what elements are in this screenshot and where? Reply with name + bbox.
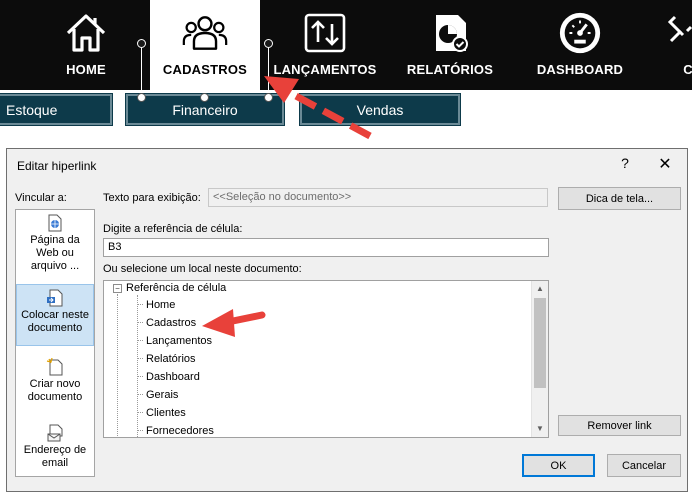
- link-option-label: arquivo ...: [30, 260, 80, 272]
- sub-tab-bar: Estoque Financeiro Vendas: [0, 90, 692, 130]
- nav-cadastros[interactable]: CADASTROS: [150, 0, 260, 90]
- nav-label: HOME: [66, 62, 106, 77]
- tree-root-cell-reference[interactable]: Referência de célula: [126, 281, 226, 295]
- scroll-up-icon[interactable]: ▲: [532, 281, 548, 297]
- top-ribbon: HOME CADASTROS LANÇAMENTOS RELATÓRIOS DA…: [0, 0, 692, 90]
- tree-connector: [117, 294, 118, 437]
- screentip-button[interactable]: Dica de tela...: [558, 187, 681, 210]
- tree-connector: [137, 358, 143, 359]
- tree-item-home[interactable]: Home: [144, 298, 177, 312]
- tree-connector: [137, 322, 143, 323]
- tree-connector: [137, 412, 143, 413]
- place-in-document-label: Ou selecione um local neste documento:: [103, 263, 302, 275]
- tree-item-lancamentos[interactable]: Lançamentos: [144, 334, 214, 348]
- nav-label: C: [683, 62, 692, 77]
- place-in-document-icon: [46, 289, 64, 307]
- new-document-icon: [46, 357, 64, 376]
- remove-link-button[interactable]: Remover link: [558, 415, 681, 436]
- report-icon: [427, 10, 473, 56]
- tree-connector: [137, 340, 143, 341]
- display-text-label: Texto para exibição:: [103, 192, 201, 204]
- link-option-label: Página da: [30, 234, 80, 246]
- link-option-new-document[interactable]: Criar novo documento: [16, 356, 94, 412]
- tree-connector: [137, 295, 138, 437]
- dialog-title: Editar hiperlink: [17, 159, 97, 173]
- tree-connector: [137, 376, 143, 377]
- nav-label: LANÇAMENTOS: [273, 62, 377, 77]
- close-icon[interactable]: ✕: [655, 154, 675, 174]
- selection-handle[interactable]: [264, 39, 273, 48]
- link-option-label: Web ou: [36, 247, 74, 259]
- tree-item-dashboard[interactable]: Dashboard: [144, 370, 202, 384]
- nav-lancamentos[interactable]: LANÇAMENTOS: [270, 0, 380, 90]
- link-to-label: Vincular a:: [15, 192, 67, 204]
- link-option-label: Colocar neste: [21, 309, 89, 321]
- cell-reference-label: Digite a referência de célula:: [103, 223, 243, 235]
- selection-handle[interactable]: [200, 93, 209, 102]
- tab-vendas[interactable]: Vendas: [300, 94, 460, 125]
- nav-config[interactable]: C: [668, 0, 692, 90]
- edit-hyperlink-dialog: Editar hiperlink ? ✕ Vincular a: Página …: [6, 148, 688, 492]
- scroll-down-icon[interactable]: ▼: [532, 421, 548, 437]
- tree-connector: [137, 304, 143, 305]
- tree-collapse-toggle[interactable]: −: [113, 284, 122, 293]
- nav-label: RELATÓRIOS: [406, 62, 494, 77]
- link-option-label: documento: [27, 322, 83, 334]
- scrollbar-thumb[interactable]: [534, 298, 546, 388]
- home-icon: [63, 10, 109, 56]
- help-button[interactable]: ?: [615, 155, 635, 171]
- link-option-web-page[interactable]: Página da Web ou arquivo ...: [16, 214, 94, 274]
- display-text-input[interactable]: <<Seleção no documento>>: [208, 188, 548, 207]
- nav-relatorios[interactable]: RELATÓRIOS: [400, 0, 500, 90]
- selection-handle[interactable]: [264, 93, 273, 102]
- tree-connector: [137, 394, 143, 395]
- selection-handle[interactable]: [137, 93, 146, 102]
- document-location-tree[interactable]: − Referência de célula Home Cadastros La…: [103, 280, 549, 438]
- ok-button[interactable]: OK: [522, 454, 595, 477]
- web-page-icon: [46, 214, 64, 232]
- selection-handle[interactable]: [137, 39, 146, 48]
- link-option-label: email: [41, 457, 69, 469]
- speedometer-icon: [557, 10, 603, 56]
- cell-reference-input[interactable]: B3: [103, 238, 549, 257]
- link-option-label: Criar novo: [29, 378, 81, 390]
- email-icon: [46, 424, 64, 442]
- tools-icon: [668, 10, 692, 56]
- tree-item-fornecedores[interactable]: Fornecedores: [144, 424, 216, 437]
- link-option-label: Endereço de: [23, 444, 87, 456]
- link-option-email[interactable]: Endereço de email: [16, 424, 94, 476]
- users-icon: [182, 10, 228, 56]
- nav-label: CADASTROS: [162, 62, 248, 77]
- link-option-label: documento: [27, 391, 83, 403]
- tree-item-gerais[interactable]: Gerais: [144, 388, 180, 402]
- nav-label: DASHBOARD: [536, 62, 624, 77]
- link-to-bar: Página da Web ou arquivo ... Colocar nes…: [15, 209, 95, 477]
- cancel-button[interactable]: Cancelar: [607, 454, 681, 477]
- transfer-arrows-icon: [302, 10, 348, 56]
- tab-estoque[interactable]: Estoque: [0, 94, 112, 125]
- nav-home[interactable]: HOME: [55, 0, 117, 90]
- nav-dashboard[interactable]: DASHBOARD: [525, 0, 635, 90]
- tree-item-clientes[interactable]: Clientes: [144, 406, 188, 420]
- tree-item-cadastros[interactable]: Cadastros: [144, 316, 198, 330]
- link-option-place-in-document[interactable]: Colocar neste documento: [16, 284, 94, 346]
- tree-connector: [137, 430, 143, 431]
- tree-item-relatorios[interactable]: Relatórios: [144, 352, 198, 366]
- tree-scrollbar[interactable]: ▲ ▼: [531, 281, 548, 437]
